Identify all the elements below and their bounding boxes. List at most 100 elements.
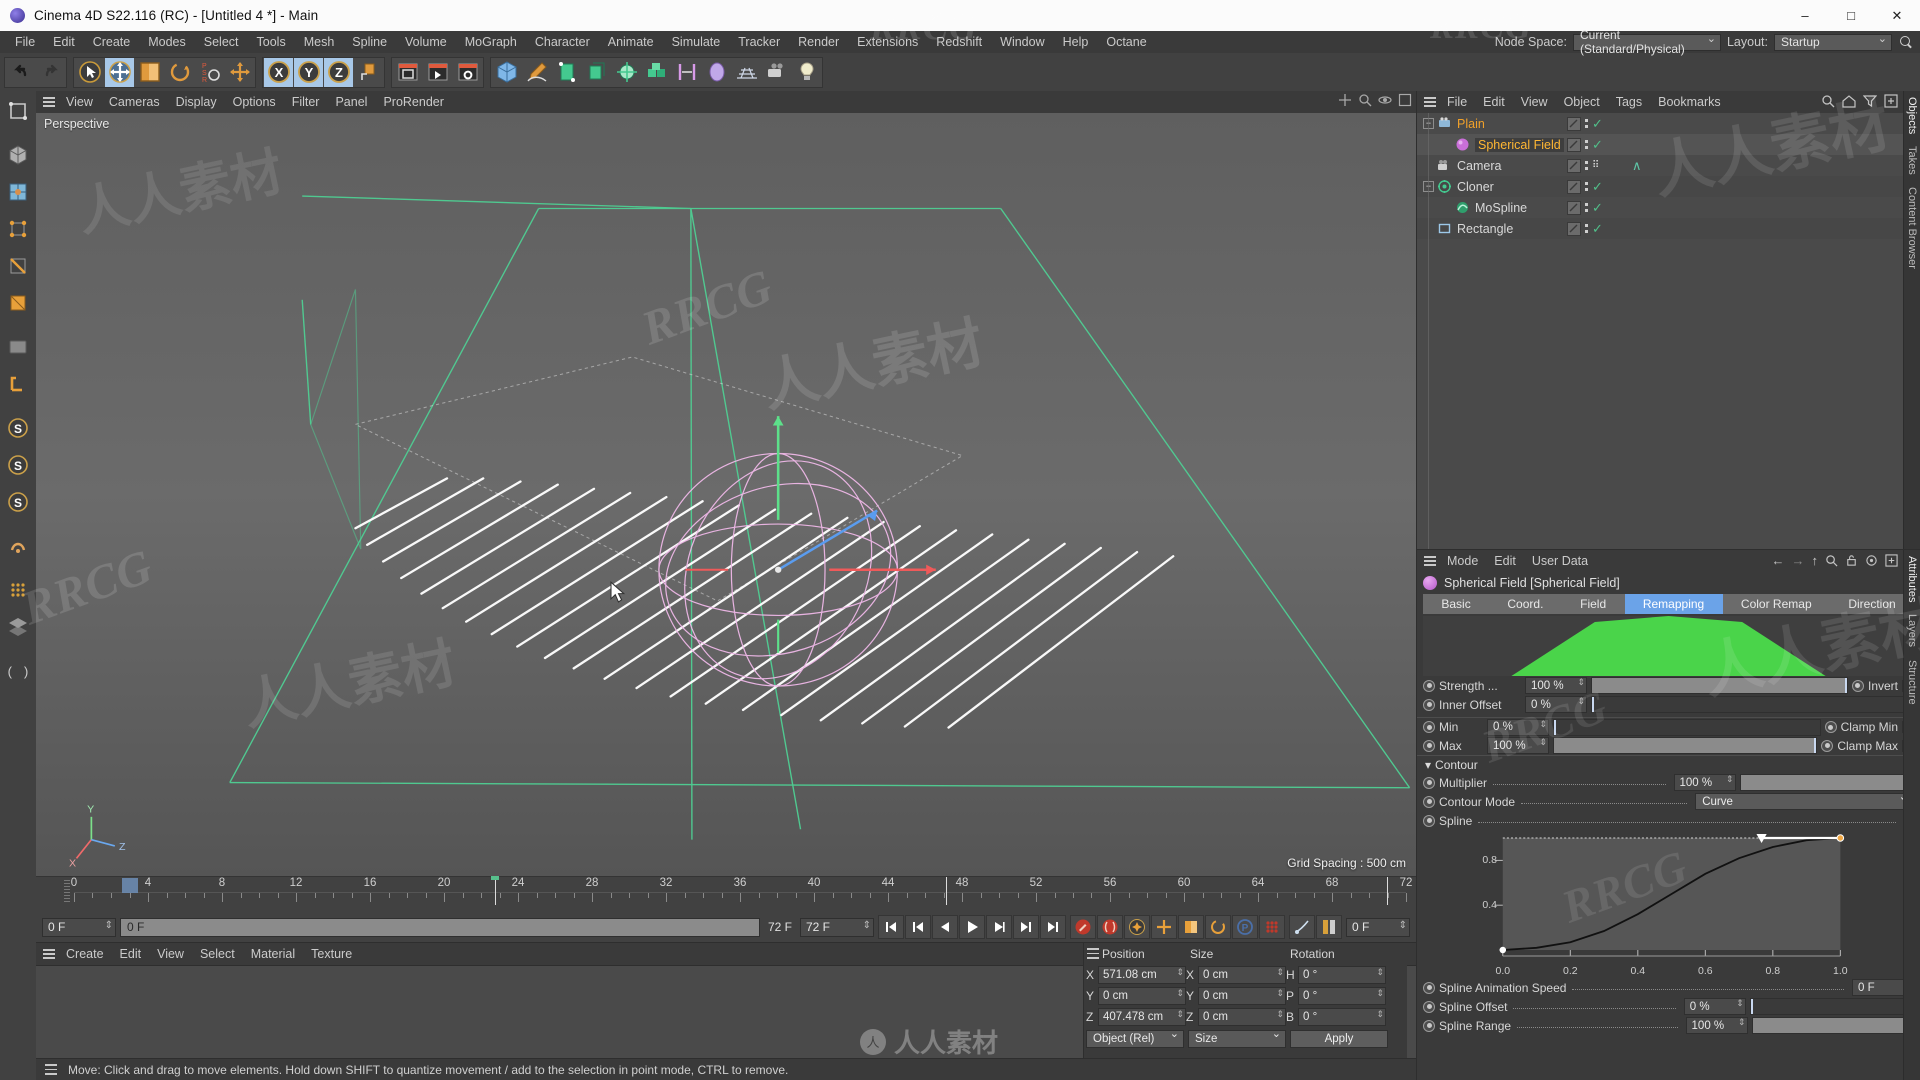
side-tab-takes[interactable]: Takes bbox=[1904, 140, 1920, 181]
forward-arrow-icon[interactable]: → bbox=[1792, 553, 1805, 568]
play-button[interactable] bbox=[959, 915, 985, 939]
field-button[interactable] bbox=[702, 57, 731, 87]
tag-icon[interactable] bbox=[1567, 179, 1581, 194]
timeline-marker-end[interactable] bbox=[1387, 877, 1389, 905]
animate-dot-icon[interactable] bbox=[1851, 679, 1864, 692]
current-frame-field[interactable]: 0 F bbox=[42, 917, 116, 937]
home-icon[interactable] bbox=[1842, 94, 1856, 108]
field-value[interactable]: 0 % bbox=[1487, 718, 1549, 736]
move-tool-button[interactable] bbox=[105, 57, 134, 87]
maximize-button[interactable]: □ bbox=[1828, 0, 1874, 31]
search-icon[interactable] bbox=[1821, 94, 1835, 108]
object-menu-bookmarks[interactable]: Bookmarks bbox=[1650, 91, 1729, 113]
animate-dot-icon[interactable] bbox=[1423, 721, 1435, 733]
animate-dot-icon[interactable] bbox=[1423, 1019, 1435, 1032]
menu-tracker[interactable]: Tracker bbox=[729, 31, 789, 53]
menu-render[interactable]: Render bbox=[789, 31, 848, 53]
animate-dot-icon[interactable] bbox=[1423, 698, 1435, 711]
menu-help[interactable]: Help bbox=[1054, 31, 1098, 53]
visibility-dots[interactable] bbox=[1585, 224, 1588, 233]
texture-mode-button[interactable] bbox=[1, 174, 35, 210]
object-manager-menu-icon[interactable] bbox=[1421, 94, 1439, 110]
viewport-menu-prorender[interactable]: ProRender bbox=[375, 91, 451, 113]
animate-dot-icon[interactable] bbox=[1423, 679, 1435, 692]
slider-track[interactable] bbox=[1739, 774, 1915, 791]
position-key-button[interactable] bbox=[1151, 915, 1177, 939]
menu-mograph[interactable]: MoGraph bbox=[456, 31, 526, 53]
rotation-key-button[interactable] bbox=[1205, 915, 1231, 939]
attribute-tab-color-remap[interactable]: Color Remap bbox=[1723, 594, 1830, 614]
timeline-marker-48[interactable] bbox=[946, 877, 948, 905]
object-tree[interactable]: −Plain✓Spherical Field✓Camera⠿∧−Cloner✓M… bbox=[1417, 113, 1920, 549]
search-icon[interactable] bbox=[1825, 554, 1838, 567]
coordinate-mode-dropdown[interactable]: Object (Rel) bbox=[1086, 1027, 1184, 1048]
psr-button[interactable]: PSR bbox=[195, 57, 224, 87]
field-value[interactable]: 0 % bbox=[1683, 998, 1746, 1015]
enabled-check-icon[interactable]: ✓ bbox=[1592, 138, 1603, 151]
object-row-rectangle[interactable]: Rectangle ✓ bbox=[1417, 218, 1920, 239]
object-menu-file[interactable]: File bbox=[1439, 91, 1475, 113]
viewport-menu-panel[interactable]: Panel bbox=[327, 91, 375, 113]
step-back-button[interactable] bbox=[932, 915, 958, 939]
minimize-button[interactable]: – bbox=[1782, 0, 1828, 31]
preview-end-field[interactable]: 0 F bbox=[1346, 917, 1410, 937]
visibility-dots[interactable] bbox=[1585, 119, 1588, 128]
close-button[interactable]: ✕ bbox=[1874, 0, 1920, 31]
viewport-menu-options[interactable]: Options bbox=[225, 91, 284, 113]
animate-dot-icon[interactable] bbox=[1423, 739, 1435, 752]
slider-track[interactable] bbox=[1553, 737, 1818, 754]
back-arrow-icon[interactable]: ← bbox=[1772, 553, 1785, 568]
field-value[interactable]: 100 % bbox=[1525, 677, 1587, 694]
position-field-X[interactable]: 571.08 cm bbox=[1098, 965, 1186, 984]
tag-icon[interactable] bbox=[1567, 116, 1581, 131]
object-row-camera[interactable]: Camera ⠿ ∧ bbox=[1417, 155, 1920, 176]
animate-dot-icon[interactable] bbox=[1821, 739, 1834, 752]
visibility-dots[interactable] bbox=[1585, 203, 1588, 212]
object-menu-tags[interactable]: Tags bbox=[1608, 91, 1650, 113]
viewport-solo-button[interactable] bbox=[1, 528, 35, 564]
record-active-objects-button[interactable] bbox=[1070, 915, 1096, 939]
attribute-menu-mode[interactable]: Mode bbox=[1439, 550, 1486, 572]
enabled-check-icon[interactable]: ⠿ bbox=[1592, 160, 1599, 171]
menu-file[interactable]: File bbox=[6, 31, 44, 53]
maximize-viewport-icon[interactable] bbox=[1398, 93, 1412, 107]
select-tool-button[interactable] bbox=[75, 57, 104, 87]
redo-button[interactable] bbox=[36, 57, 65, 87]
animate-dot-icon[interactable] bbox=[1423, 795, 1435, 808]
material-menu-select[interactable]: Select bbox=[192, 943, 243, 965]
menu-character[interactable]: Character bbox=[526, 31, 599, 53]
edges-mode-button[interactable] bbox=[1, 248, 35, 284]
nurbs-button[interactable] bbox=[552, 57, 581, 87]
camera-tag-icon[interactable]: ∧ bbox=[1632, 158, 1642, 174]
field-value[interactable]: 100 % bbox=[1487, 737, 1549, 754]
attribute-tab-coord-[interactable]: Coord. bbox=[1489, 594, 1562, 614]
slider-handle[interactable] bbox=[1750, 999, 1753, 1014]
material-menu-edit[interactable]: Edit bbox=[112, 943, 150, 965]
field-value[interactable]: 100 % bbox=[1685, 1017, 1748, 1034]
slider-track[interactable] bbox=[1591, 696, 1914, 713]
make-editable-button[interactable] bbox=[1, 93, 35, 129]
rotate-tool-button[interactable] bbox=[165, 57, 194, 87]
slider-handle[interactable] bbox=[1844, 678, 1847, 693]
array-button[interactable] bbox=[582, 57, 611, 87]
timeline-playhead[interactable] bbox=[494, 877, 496, 905]
mograph-button[interactable] bbox=[642, 57, 671, 87]
apply-button[interactable]: Apply bbox=[1290, 1030, 1388, 1048]
visibility-dots[interactable] bbox=[1585, 161, 1588, 170]
menu-mesh[interactable]: Mesh bbox=[295, 31, 344, 53]
tag-icon[interactable] bbox=[1567, 137, 1581, 152]
attribute-tab-direction[interactable]: Direction bbox=[1830, 594, 1914, 614]
viewport-menu-icon[interactable] bbox=[40, 94, 58, 110]
viewport-menu-cameras[interactable]: Cameras bbox=[101, 91, 168, 113]
points-mode-button[interactable] bbox=[1, 211, 35, 247]
scale-tool-button[interactable] bbox=[135, 57, 164, 87]
field-value[interactable]: 0 % bbox=[1525, 696, 1587, 713]
lock-icon[interactable] bbox=[1845, 554, 1858, 567]
menu-animate[interactable]: Animate bbox=[599, 31, 663, 53]
size-field-Z[interactable]: 0 cm bbox=[1198, 1007, 1286, 1026]
object-menu-edit[interactable]: Edit bbox=[1475, 91, 1513, 113]
material-menu-create[interactable]: Create bbox=[58, 943, 112, 965]
add-spline-button[interactable] bbox=[522, 57, 551, 87]
side-tab-content-browser[interactable]: Content Browser bbox=[1904, 181, 1920, 275]
menu-octane[interactable]: Octane bbox=[1097, 31, 1155, 53]
